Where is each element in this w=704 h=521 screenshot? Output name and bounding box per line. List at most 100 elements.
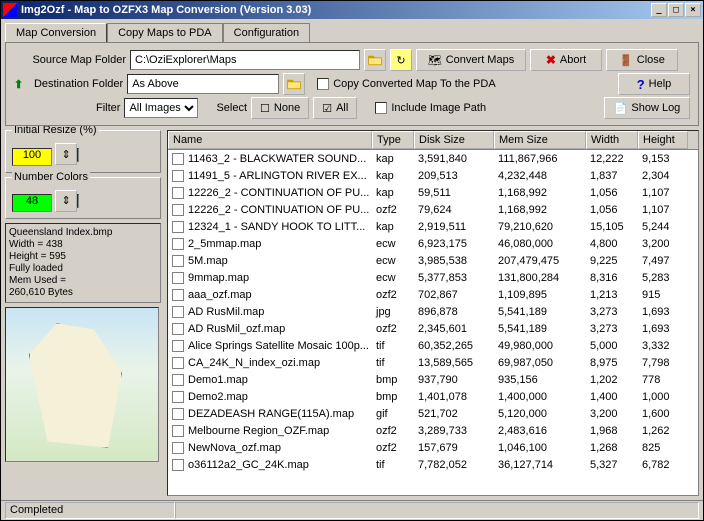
colors-legend: Number Colors (12, 171, 90, 183)
browse-dest-button[interactable] (283, 73, 305, 95)
row-checkbox[interactable] (172, 357, 184, 369)
show-log-button[interactable]: 📄Show Log (604, 97, 690, 119)
info-box: Queensland Index.bmp Width = 438 Height … (5, 223, 161, 303)
table-row[interactable]: 12324_1 - SANDY HOOK TO LITT...kap2,919,… (168, 218, 698, 235)
all-icon: ☑ (322, 102, 332, 115)
table-row[interactable]: aaa_ozf.mapozf2702,8671,109,8951,213915 (168, 286, 698, 303)
folder-icon (368, 54, 382, 66)
resize-value[interactable]: 100 (12, 148, 52, 166)
resize-checkbox[interactable] (77, 148, 79, 162)
refresh-button[interactable]: ↻ (390, 49, 412, 71)
table-row[interactable]: 11463_2 - BLACKWATER SOUND...kap3,591,84… (168, 150, 698, 167)
table-row[interactable]: AD RusMil_ozf.mapozf22,345,6015,541,1893… (168, 320, 698, 337)
colors-spinner[interactable]: ⇕ (55, 190, 77, 212)
row-checkbox[interactable] (172, 255, 184, 267)
map-preview (5, 307, 159, 462)
table-row[interactable]: o36112a2_GC_24K.maptif7,782,05236,127,71… (168, 456, 698, 473)
up-arrow-icon[interactable]: ⬆ (14, 78, 23, 91)
include-path-checkbox[interactable] (375, 102, 387, 114)
row-checkbox[interactable] (172, 340, 184, 352)
row-checkbox[interactable] (172, 289, 184, 301)
toolbar-area: Source Map Folder ↻ 🗺Convert Maps ✖Abort… (5, 42, 699, 126)
col-type[interactable]: Type (372, 131, 414, 149)
dest-folder-label: Destination Folder (27, 78, 123, 90)
tab-copy-maps[interactable]: Copy Maps to PDA (107, 23, 223, 42)
window-title: Img2Ozf - Map to OZFX3 Map Conversion (V… (21, 4, 651, 16)
row-checkbox[interactable] (172, 238, 184, 250)
table-row[interactable]: 12226_2 - CONTINUATION OF PU...kap59,511… (168, 184, 698, 201)
row-checkbox[interactable] (172, 153, 184, 165)
include-path-label: Include Image Path (391, 102, 486, 114)
browse-source-button[interactable] (364, 49, 386, 71)
folder-icon (287, 78, 301, 90)
table-row[interactable]: 12226_2 - CONTINUATION OF PU...ozf279,62… (168, 201, 698, 218)
tab-configuration[interactable]: Configuration (223, 23, 310, 42)
log-icon: 📄 (614, 102, 628, 115)
source-folder-input[interactable] (130, 50, 360, 70)
select-all-button[interactable]: ☑All (313, 97, 357, 119)
dest-folder-input[interactable] (127, 74, 279, 94)
row-checkbox[interactable] (172, 306, 184, 318)
col-width[interactable]: Width (586, 131, 638, 149)
table-row[interactable]: Melbourne Region_OZF.mapozf23,289,7332,4… (168, 422, 698, 439)
row-checkbox[interactable] (172, 442, 184, 454)
abort-icon: ✖ (546, 53, 556, 67)
filter-label: Filter (96, 102, 120, 114)
row-checkbox[interactable] (172, 408, 184, 420)
copy-pda-label: Copy Converted Map To the PDA (333, 78, 495, 90)
door-icon: 🚪 (619, 54, 633, 67)
row-checkbox[interactable] (172, 459, 184, 471)
select-label: Select (216, 102, 247, 114)
select-none-button[interactable]: ☐None (251, 97, 309, 119)
col-height[interactable]: Height (638, 131, 688, 149)
list-header: Name Type Disk Size Mem Size Width Heigh… (168, 131, 698, 150)
colors-value[interactable]: 48 (12, 194, 52, 212)
colors-group: Number Colors 48 ⇕ (5, 177, 161, 220)
source-folder-label: Source Map Folder (14, 54, 126, 66)
row-checkbox[interactable] (172, 391, 184, 403)
resize-legend: Initial Resize (%) (12, 126, 99, 136)
status-spacer (175, 502, 699, 519)
resize-spinner[interactable]: ⇕ (55, 143, 77, 165)
status-text: Completed (5, 502, 175, 519)
maximize-button[interactable]: □ (668, 3, 684, 17)
table-row[interactable]: 11491_5 - ARLINGTON RIVER EX...kap209,51… (168, 167, 698, 184)
row-checkbox[interactable] (172, 187, 184, 199)
colors-checkbox[interactable] (77, 194, 79, 208)
help-button[interactable]: ?Help (618, 73, 690, 95)
minimize-button[interactable]: _ (651, 3, 667, 17)
row-checkbox[interactable] (172, 272, 184, 284)
close-button[interactable]: 🚪Close (606, 49, 678, 71)
row-checkbox[interactable] (172, 221, 184, 233)
table-row[interactable]: Demo1.mapbmp937,790935,1561,202778 (168, 371, 698, 388)
table-row[interactable]: 5M.mapecw3,985,538207,479,4759,2257,497 (168, 252, 698, 269)
table-row[interactable]: NewNova_ozf.mapozf2157,6791,046,1001,268… (168, 439, 698, 456)
table-row[interactable]: Demo2.mapbmp1,401,0781,400,0001,4001,000 (168, 388, 698, 405)
col-mem[interactable]: Mem Size (494, 131, 586, 149)
none-icon: ☐ (260, 102, 270, 115)
row-checkbox[interactable] (172, 204, 184, 216)
close-window-button[interactable]: × (685, 3, 701, 17)
row-checkbox[interactable] (172, 323, 184, 335)
map-list[interactable]: Name Type Disk Size Mem Size Width Heigh… (167, 130, 699, 496)
col-disk[interactable]: Disk Size (414, 131, 494, 149)
app-icon (3, 3, 17, 17)
abort-button[interactable]: ✖Abort (530, 49, 602, 71)
row-checkbox[interactable] (172, 425, 184, 437)
table-row[interactable]: AD RusMil.mapjpg896,8785,541,1893,2731,6… (168, 303, 698, 320)
row-checkbox[interactable] (172, 170, 184, 182)
copy-pda-checkbox[interactable] (317, 78, 329, 90)
table-row[interactable]: DEZADEASH RANGE(115A).mapgif521,7025,120… (168, 405, 698, 422)
col-name[interactable]: Name (168, 131, 372, 149)
row-checkbox[interactable] (172, 374, 184, 386)
table-row[interactable]: 9mmap.mapecw5,377,853131,800,2848,3165,2… (168, 269, 698, 286)
convert-maps-button[interactable]: 🗺Convert Maps (416, 49, 526, 71)
titlebar: Img2Ozf - Map to OZFX3 Map Conversion (V… (1, 1, 703, 19)
tab-map-conversion[interactable]: Map Conversion (5, 23, 107, 42)
resize-group: Initial Resize (%) 100 ⇕ (5, 130, 161, 173)
table-row[interactable]: CA_24K_N_index_ozi.maptif13,589,56569,98… (168, 354, 698, 371)
convert-icon: 🗺 (428, 54, 442, 67)
filter-select[interactable]: All Images (124, 98, 198, 118)
table-row[interactable]: 2_5mmap.mapecw6,923,17546,080,0004,8003,… (168, 235, 698, 252)
table-row[interactable]: Alice Springs Satellite Mosaic 100p...ti… (168, 337, 698, 354)
